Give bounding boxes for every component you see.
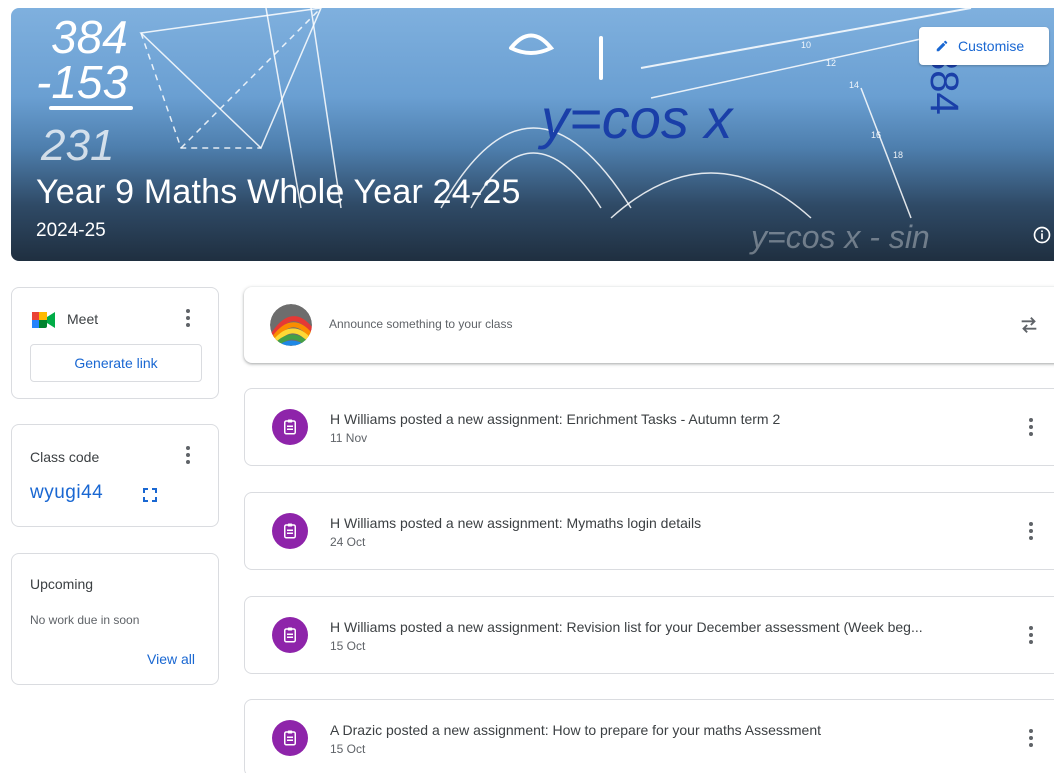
post-title: H Williams posted a new assignment: Enri…	[330, 411, 781, 427]
svg-text:18: 18	[893, 150, 903, 160]
assignment-icon	[272, 409, 308, 445]
post-date: 15 Oct	[330, 742, 366, 756]
svg-text:14: 14	[849, 80, 859, 90]
post-title: A Drazic posted a new assignment: How to…	[330, 722, 822, 738]
svg-text:10: 10	[801, 40, 811, 50]
class-section: 2024-25	[36, 220, 106, 241]
post-more-icon[interactable]	[1021, 728, 1041, 748]
upcoming-label: Upcoming	[30, 576, 94, 592]
banner-math-illustration: 384 -153 231 y=cos x 384 y=cos x - sin 1…	[36, 8, 972, 255]
info-icon[interactable]	[1032, 225, 1052, 245]
svg-text:16: 16	[871, 130, 881, 140]
upcoming-empty-text: No work due in soon	[30, 613, 140, 627]
announce-placeholder: Announce something to your class	[329, 317, 513, 331]
class-banner: 384 -153 231 y=cos x 384 y=cos x - sin 1…	[11, 8, 1054, 261]
generate-link-button[interactable]: Generate link	[30, 344, 202, 382]
post-date: 24 Oct	[330, 535, 366, 549]
stream-post[interactable]: H Williams posted a new assignment: Myma…	[244, 492, 1054, 570]
fullscreen-icon[interactable]	[142, 487, 158, 503]
svg-text:12: 12	[826, 58, 836, 68]
svg-text:231: 231	[40, 121, 114, 170]
post-more-icon[interactable]	[1021, 417, 1041, 437]
post-more-icon[interactable]	[1021, 521, 1041, 541]
post-title: H Williams posted a new assignment: Myma…	[330, 515, 702, 531]
meet-more-icon[interactable]	[178, 308, 198, 328]
post-more-icon[interactable]	[1021, 625, 1041, 645]
class-title: Year 9 Maths Whole Year 24-25	[36, 173, 521, 211]
pencil-icon	[936, 40, 948, 52]
stream-post[interactable]: H Williams posted a new assignment: Revi…	[244, 596, 1054, 674]
customise-button[interactable]: Customise	[919, 27, 1049, 65]
post-date: 11 Nov	[330, 431, 368, 445]
stream-post[interactable]: H Williams posted a new assignment: Enri…	[244, 388, 1054, 466]
class-code-card: Class code wyugi44	[11, 424, 219, 527]
google-meet-icon	[32, 312, 55, 328]
meet-label: Meet	[67, 311, 99, 327]
avatar[interactable]	[270, 304, 312, 346]
announce-box[interactable]: Announce something to your class	[244, 287, 1054, 363]
assignment-icon	[272, 617, 308, 653]
assignment-icon	[272, 513, 308, 549]
customise-label: Customise	[958, 38, 1025, 54]
meet-card: Meet Generate link	[11, 287, 219, 399]
post-date: 15 Oct	[330, 639, 366, 653]
class-code-label: Class code	[30, 449, 100, 465]
class-code-value: wyugi44	[30, 482, 104, 503]
post-title: H Williams posted a new assignment: Revi…	[330, 619, 923, 635]
assignment-icon	[272, 720, 308, 756]
svg-text:y=cos x - sin: y=cos x - sin	[749, 219, 930, 255]
svg-text:-153: -153	[36, 56, 128, 108]
view-all-link[interactable]: View all	[147, 651, 195, 667]
repost-icon[interactable]	[1018, 314, 1040, 336]
stream-post[interactable]: A Drazic posted a new assignment: How to…	[244, 699, 1054, 773]
upcoming-card: Upcoming No work due in soon View all	[11, 553, 219, 685]
class-code-more-icon[interactable]	[178, 445, 198, 465]
svg-text:y=cos x: y=cos x	[537, 87, 734, 150]
